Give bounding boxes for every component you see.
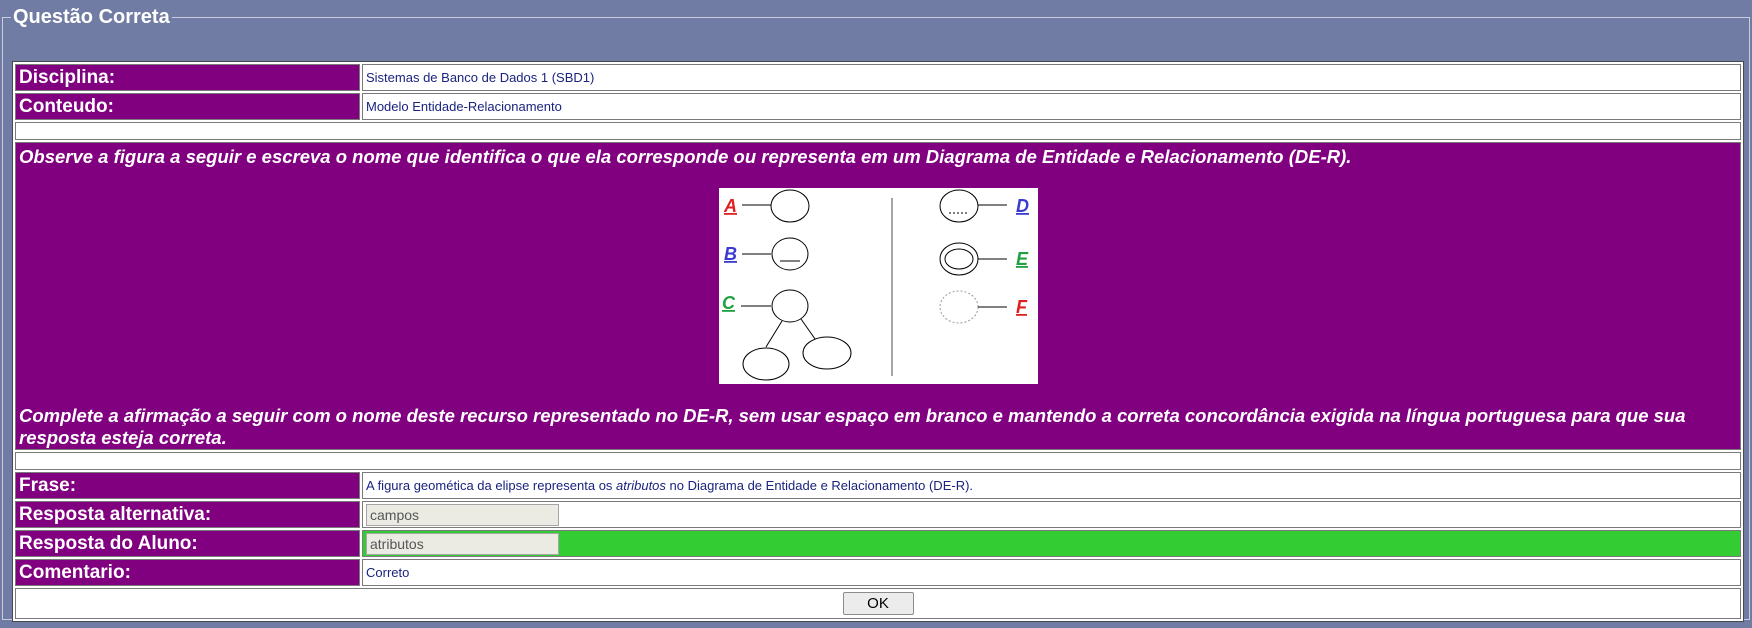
question-cell: Observe a figura a seguir e escreva o no… xyxy=(15,142,1741,450)
question-table: Disciplina: Sistemas de Banco de Dados 1… xyxy=(12,61,1744,622)
spacer-row xyxy=(15,122,1741,140)
spacer-cell-2 xyxy=(15,452,1741,470)
resposta-aluno-label: Resposta do Aluno: xyxy=(15,530,360,557)
resposta-aluno-input: atributos xyxy=(366,532,559,555)
ellipse-c-child-1 xyxy=(742,347,789,381)
row-frase: Frase: A figura geomética da elipse repr… xyxy=(15,472,1741,499)
ellipse-d xyxy=(939,189,978,223)
figure-label-b: B xyxy=(724,244,737,264)
disciplina-value: Sistemas de Banco de Dados 1 (SBD1) xyxy=(362,64,1741,91)
row-ok: OK xyxy=(15,588,1741,619)
row-conteudo: Conteudo: Modelo Entidade-Relacionamento xyxy=(15,93,1741,120)
panel-legend: Questão Correta xyxy=(13,6,170,28)
question-result-panel: Questão Correta Disciplina: Sistemas de … xyxy=(2,6,1750,622)
comentario-label: Comentario: xyxy=(15,559,360,586)
row-disciplina: Disciplina: Sistemas de Banco de Dados 1… xyxy=(15,64,1741,91)
disciplina-label: Disciplina: xyxy=(15,64,360,91)
row-comentario: Comentario: Correto xyxy=(15,559,1741,586)
conteudo-label: Conteudo: xyxy=(15,93,360,120)
row-resposta-aluno: Resposta do Aluno: atributos xyxy=(15,530,1741,557)
frase-value: A figura geomética da elipse representa … xyxy=(362,472,1741,499)
ellipse-c xyxy=(771,289,808,323)
ellipse-c-child-2 xyxy=(802,336,851,370)
spacer-row-2 xyxy=(15,452,1741,470)
figure-wrapper: A B C D E F xyxy=(19,188,1737,384)
question-instruction: Complete a afirmação a seguir com o nome… xyxy=(19,405,1686,448)
frase-label: Frase: xyxy=(15,472,360,499)
ok-cell: OK xyxy=(15,588,1741,619)
spacer-cell xyxy=(15,122,1741,140)
figure-label-a: A xyxy=(723,196,737,216)
row-question: Observe a figura a seguir e escreva o no… xyxy=(15,142,1741,450)
figure-label-d: D xyxy=(1016,196,1029,216)
resposta-alternativa-cell: campos xyxy=(362,501,1741,528)
ellipse-a xyxy=(770,189,809,223)
ellipse-f xyxy=(939,290,978,324)
row-resposta-alternativa: Resposta alternativa: campos xyxy=(15,501,1741,528)
resposta-aluno-cell: atributos xyxy=(362,530,1741,557)
ellipse-figure: A B C D E F xyxy=(718,188,1038,384)
comentario-value: Correto xyxy=(362,559,1741,586)
ok-button[interactable]: OK xyxy=(842,592,914,615)
ellipse-b xyxy=(771,237,808,271)
frase-answer: atributos xyxy=(616,478,666,493)
question-intro: Observe a figura a seguir e escreva o no… xyxy=(19,146,1352,167)
figure-label-e: E xyxy=(1016,249,1029,269)
figure-label-f: F xyxy=(1016,297,1028,317)
figure-label-c: C xyxy=(722,293,736,313)
frase-before: A figura geomética da elipse representa … xyxy=(366,478,617,493)
frase-after: no Diagrama de Entidade e Relacionamento… xyxy=(665,478,974,493)
resposta-alternativa-input: campos xyxy=(366,503,559,526)
ellipse-e-inner xyxy=(944,248,973,270)
resposta-alternativa-label: Resposta alternativa: xyxy=(15,501,360,528)
conteudo-value: Modelo Entidade-Relacionamento xyxy=(362,93,1741,120)
